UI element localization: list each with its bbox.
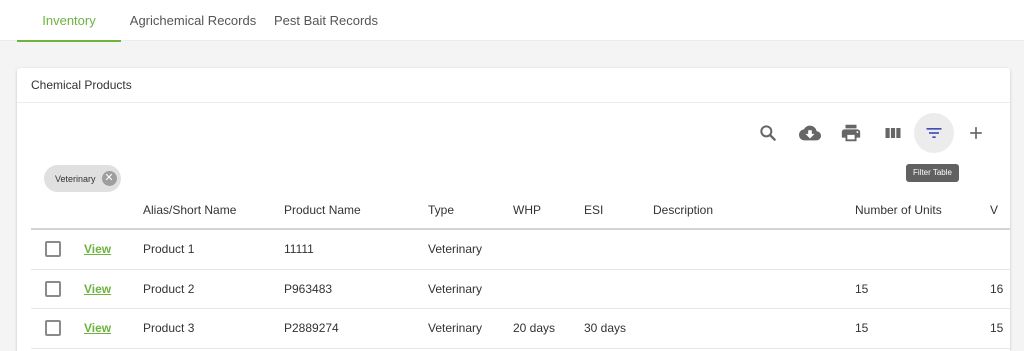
filter-chip-veterinary: Veterinary ✕ (44, 165, 121, 192)
view-link[interactable]: View (84, 282, 111, 296)
cell-product-name: P963483 (284, 281, 333, 296)
tab-inventory[interactable]: Inventory (17, 0, 121, 42)
search-button[interactable] (748, 113, 788, 153)
print-icon (841, 124, 861, 142)
card-title: Chemical Products (31, 78, 132, 92)
row-checkbox[interactable] (45, 320, 61, 337)
add-button[interactable] (956, 113, 996, 153)
view-link[interactable]: View (84, 321, 111, 335)
column-header-whp[interactable]: WHP (513, 192, 541, 228)
table-row: View Product 1 11111 Veterinary (31, 230, 1010, 270)
add-icon (970, 127, 982, 139)
row-checkbox[interactable] (45, 241, 61, 258)
tab-pest-bait-records[interactable]: Pest Bait Records (266, 0, 386, 41)
cell-extra: 15 (990, 321, 1004, 336)
column-header-description[interactable]: Description (653, 192, 713, 228)
download-button[interactable] (790, 113, 830, 153)
column-header-truncated[interactable]: V (990, 192, 998, 228)
table-header-row: Alias/Short Name Product Name Type WHP E… (31, 192, 1010, 230)
card-divider (17, 102, 1010, 103)
column-header-number-of-units[interactable]: Number of Units (855, 192, 942, 228)
view-columns-icon (885, 128, 901, 138)
cell-product-name: 11111 (284, 242, 314, 257)
filter-table-button[interactable] (914, 113, 954, 153)
column-header-product-name[interactable]: Product Name (284, 192, 361, 228)
view-link[interactable]: View (84, 242, 111, 256)
cell-alias: Product 3 (143, 321, 195, 336)
cell-units: 15 (855, 281, 869, 296)
cell-units: 15 (855, 321, 869, 336)
filter-table-tooltip: Filter Table (906, 164, 959, 182)
table-row: View Product 3 P2889274 Veterinary 20 da… (31, 309, 1010, 349)
cell-alias: Product 1 (143, 242, 195, 257)
cell-alias: Product 2 (143, 281, 195, 296)
close-icon[interactable]: ✕ (101, 171, 117, 186)
filter-list-icon (926, 128, 942, 138)
column-header-alias[interactable]: Alias/Short Name (143, 192, 236, 228)
chemical-products-card: Chemical Products Filter Table Veterinar… (17, 68, 1010, 351)
filter-chip-label: Veterinary (55, 173, 96, 184)
column-header-type[interactable]: Type (428, 192, 454, 228)
column-header-esi[interactable]: ESI (584, 192, 603, 228)
table-row: View Product 2 P963483 Veterinary 15 16 (31, 270, 1010, 310)
search-icon (760, 125, 776, 141)
cell-product-name: P2889274 (284, 321, 339, 336)
row-checkbox[interactable] (45, 280, 61, 297)
cloud-download-icon (799, 125, 821, 141)
cell-type: Veterinary (428, 242, 483, 257)
cell-type: Veterinary (428, 281, 483, 296)
tab-agrichemical-records[interactable]: Agrichemical Records (124, 0, 262, 41)
chemical-products-table: Alias/Short Name Product Name Type WHP E… (31, 192, 1010, 349)
cell-type: Veterinary (428, 321, 483, 336)
print-button[interactable] (831, 113, 871, 153)
view-columns-button[interactable] (873, 113, 913, 153)
cell-whp: 20 days (513, 321, 556, 336)
cell-esi: 30 days (584, 321, 627, 336)
tab-bar: Inventory Agrichemical Records Pest Bait… (0, 0, 1024, 42)
cell-extra: 16 (990, 281, 1004, 296)
